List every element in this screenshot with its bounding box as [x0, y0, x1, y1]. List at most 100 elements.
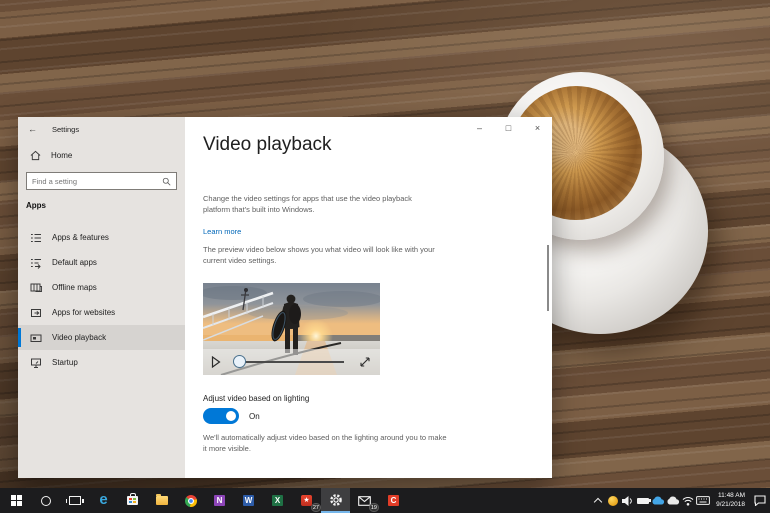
start-button[interactable]	[2, 488, 31, 513]
taskbar-item-file-explorer[interactable]	[147, 488, 176, 513]
search-box[interactable]	[26, 172, 177, 190]
sidebar-item-label: Startup	[52, 358, 78, 367]
microsoft-store-icon	[127, 496, 138, 505]
taskbar-item-store[interactable]	[118, 488, 147, 513]
red-star-app-icon: ★	[301, 495, 312, 506]
c-app-icon: C	[388, 495, 399, 506]
offline-maps-icon	[30, 282, 42, 294]
play-button[interactable]	[211, 356, 221, 368]
tray-onedrive[interactable]	[650, 488, 665, 513]
apps-features-icon	[30, 232, 42, 244]
sidebar-item-label: Apps for websites	[52, 308, 115, 317]
home-label: Home	[51, 151, 72, 160]
file-explorer-icon	[156, 496, 168, 505]
task-view-icon	[69, 496, 81, 505]
search-input[interactable]	[32, 177, 162, 186]
taskbar-item-chrome[interactable]	[176, 488, 205, 513]
window-title: Settings	[52, 125, 79, 134]
edge-icon: e	[99, 492, 107, 507]
tray-battery[interactable]	[635, 488, 650, 513]
sidebar-header: ← Settings	[18, 121, 185, 137]
search-icon[interactable]	[162, 177, 171, 186]
startup-icon	[30, 357, 42, 369]
toggle-state-label: On	[249, 412, 260, 421]
word-icon: W	[243, 495, 254, 506]
sidebar-item-label: Video playback	[52, 333, 106, 342]
sidebar-item-offline-maps[interactable]: Offline maps	[18, 275, 185, 300]
intro-text: Change the video settings for apps that …	[203, 194, 435, 215]
cortana-button[interactable]	[31, 488, 60, 513]
tray-wifi[interactable]	[680, 488, 695, 513]
lighting-setting-description: We'll automatically adjust video based o…	[203, 433, 449, 454]
sidebar-item-label: Apps & features	[52, 233, 109, 242]
taskbar-item-onenote[interactable]: N	[205, 488, 234, 513]
seek-thumb[interactable]	[233, 355, 246, 368]
chevron-up-icon	[593, 498, 601, 506]
sidebar-item-startup[interactable]: Startup	[18, 350, 185, 375]
keyboard-icon	[696, 496, 710, 505]
taskbar-item-red-star-app[interactable]: ★ 27	[292, 488, 321, 513]
taskbar: e N W X ★ 27 19 C	[0, 488, 770, 513]
chrome-icon	[185, 495, 197, 507]
minimize-button[interactable]: –	[465, 117, 494, 138]
tray-yellow-app[interactable]	[605, 488, 620, 513]
sidebar-item-apps-for-websites[interactable]: Apps for websites	[18, 300, 185, 325]
scrollbar-thumb[interactable]	[547, 245, 549, 311]
settings-window: ← Settings Home Apps Apps & features	[18, 117, 552, 478]
toggle-knob	[226, 411, 236, 421]
video-playback-icon	[30, 332, 42, 344]
notification-badge: 27	[311, 503, 321, 512]
tray-time: 11:48 AM	[718, 492, 745, 501]
speaker-icon	[622, 496, 634, 506]
windows-logo-icon	[11, 495, 22, 506]
tray-touch-keyboard[interactable]	[695, 488, 710, 513]
settings-main-pane: – □ × Video playback Change the video se…	[185, 117, 552, 478]
home-icon	[30, 150, 41, 161]
default-apps-icon	[30, 257, 42, 269]
onenote-icon: N	[214, 495, 225, 506]
action-center-button[interactable]	[752, 488, 767, 513]
tray-cloud[interactable]	[665, 488, 680, 513]
taskbar-item-edge[interactable]: e	[89, 488, 118, 513]
white-cloud-icon	[666, 496, 680, 505]
taskbar-item-excel[interactable]: X	[263, 488, 292, 513]
taskbar-item-c-app[interactable]: C	[379, 488, 408, 513]
battery-icon	[637, 498, 649, 504]
lighting-toggle[interactable]	[203, 408, 239, 424]
sidebar-item-default-apps[interactable]: Default apps	[18, 250, 185, 275]
notification-badge: 19	[369, 503, 379, 512]
excel-icon: X	[272, 495, 283, 506]
sidebar-item-apps-features[interactable]: Apps & features	[18, 225, 185, 250]
sidebar-item-video-playback[interactable]: Video playback	[18, 325, 185, 350]
settings-gear-icon	[329, 493, 343, 507]
tray-volume[interactable]	[620, 488, 635, 513]
video-preview[interactable]	[203, 283, 380, 375]
lighting-toggle-row: On	[203, 408, 260, 424]
tray-date: 9/21/2018	[716, 501, 745, 510]
back-button[interactable]: ←	[28, 124, 42, 134]
yellow-circle-icon	[608, 496, 618, 506]
seek-bar[interactable]	[236, 361, 344, 363]
taskbar-item-mail[interactable]: 19	[350, 488, 379, 513]
sidebar-item-label: Default apps	[52, 258, 97, 267]
action-center-icon	[754, 495, 766, 506]
close-button[interactable]: ×	[523, 117, 552, 138]
settings-sidebar: ← Settings Home Apps Apps & features	[18, 117, 185, 478]
sidebar-item-label: Offline maps	[52, 283, 97, 292]
apps-for-websites-icon	[30, 307, 42, 319]
taskbar-item-word[interactable]: W	[234, 488, 263, 513]
wifi-icon	[682, 496, 694, 506]
sidebar-section-header: Apps	[26, 201, 46, 210]
lighting-setting-label: Adjust video based on lighting	[203, 394, 309, 403]
tray-clock[interactable]: 11:48 AM 9/21/2018	[716, 492, 745, 509]
sidebar-item-home[interactable]: Home	[18, 145, 185, 165]
learn-more-link[interactable]: Learn more	[203, 227, 241, 236]
cortana-icon	[41, 496, 51, 506]
maximize-button[interactable]: □	[494, 117, 523, 138]
task-view-button[interactable]	[60, 488, 89, 513]
video-control-bar	[203, 349, 380, 375]
fullscreen-button[interactable]	[359, 356, 371, 368]
sidebar-items: Apps & features Default apps Offline map…	[18, 225, 185, 375]
taskbar-item-settings[interactable]	[321, 488, 350, 513]
tray-overflow-button[interactable]	[590, 488, 605, 513]
